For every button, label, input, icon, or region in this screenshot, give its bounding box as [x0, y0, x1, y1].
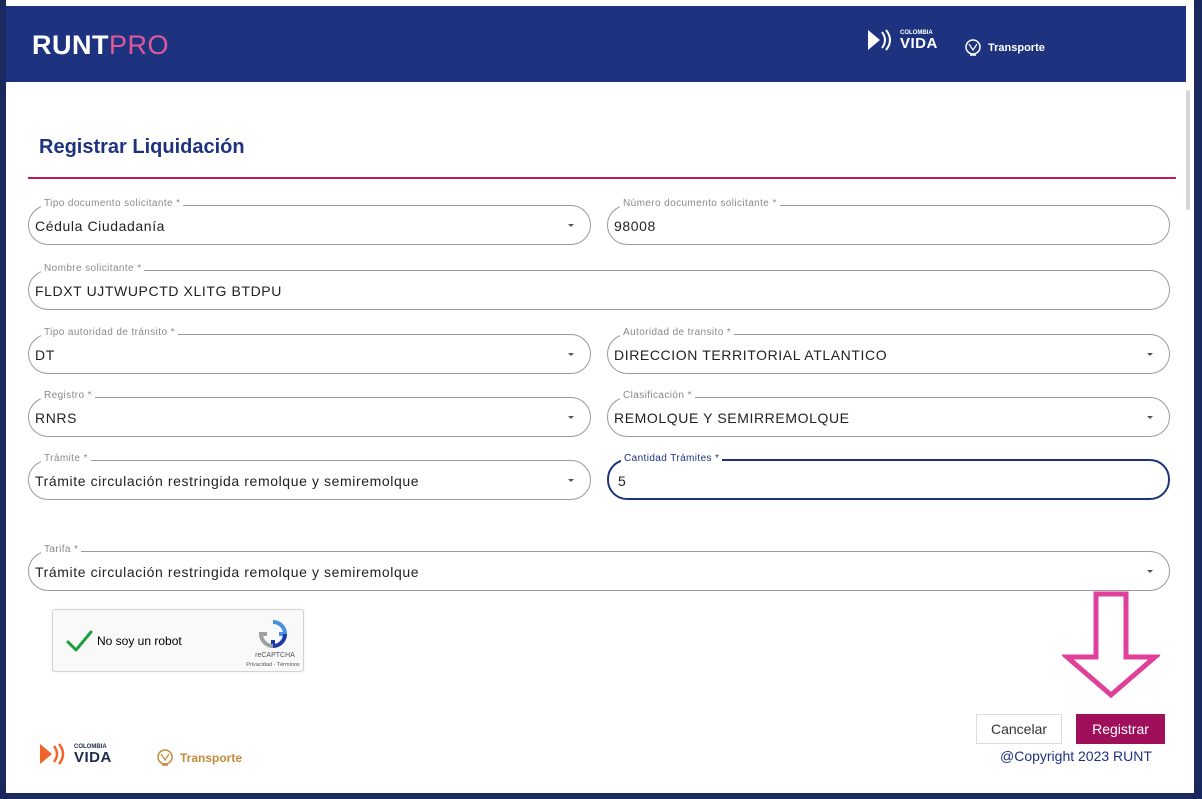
tarifa-label: Tarifa * [41, 544, 82, 555]
nombre-solicitante-input[interactable]: Nombre solicitante * FLDXT UJTWUPCTD XLI… [28, 263, 1170, 310]
tipo-autoridad-label: Tipo autoridad de tránsito * [41, 327, 178, 338]
autoridad-transito-value: DIRECCION TERRITORIAL ATLANTICO [614, 347, 888, 363]
checkmark-icon[interactable] [65, 627, 93, 655]
tipo-autoridad-select[interactable]: Tipo autoridad de tránsito * DT [28, 327, 591, 374]
tarifa-value: Trámite circulación restringida remolque… [35, 564, 420, 580]
chevron-down-icon [568, 416, 574, 419]
tipo-autoridad-value: DT [35, 347, 55, 363]
registro-label: Registro * [41, 390, 95, 401]
cantidad-tramites-input[interactable]: Cantidad Trámites * 5 [607, 453, 1170, 500]
scrollbar-thumb[interactable] [1186, 90, 1190, 210]
runtpro-logo[interactable]: RUNTPRO [32, 30, 169, 61]
vida-waves-icon [868, 29, 891, 51]
nombre-solicitante-value: FLDXT UJTWUPCTD XLITG BTDPU [35, 283, 282, 299]
chevron-down-icon [1147, 570, 1153, 573]
autoridad-transito-select[interactable]: Autoridad de transito * DIRECCION TERRIT… [607, 327, 1170, 374]
tramite-label: Trámite * [41, 453, 91, 464]
cantidad-tramites-label: Cantidad Trámites * [621, 453, 723, 464]
clasificacion-label: Clasificación * [620, 390, 695, 401]
footer-transporte-text: Transporte [180, 751, 243, 765]
transporte-logo: Transporte [964, 38, 1045, 58]
recaptcha-brand: reCAPTCHA [255, 652, 295, 659]
register-button[interactable]: Registrar [1076, 714, 1165, 744]
cancel-button[interactable]: Cancelar [976, 714, 1062, 744]
footer-transporte-logo: Transporte [156, 748, 242, 768]
chevron-down-icon [1147, 416, 1153, 419]
transporte-text: Transporte [988, 42, 1045, 54]
tipo-documento-select[interactable]: Tipo documento solicitante * Cédula Ciud… [28, 198, 591, 245]
chevron-down-icon [568, 353, 574, 356]
tarifa-select[interactable]: Tarifa * Trámite circulación restringida… [28, 544, 1170, 591]
page-title: Registrar Liquidación [39, 136, 245, 158]
registro-select[interactable]: Registro * RNRS [28, 390, 591, 437]
logo-light-text: PRO [109, 30, 170, 60]
transporte-shield-icon [157, 749, 173, 766]
chevron-down-icon [1147, 353, 1153, 356]
vida-waves-icon [40, 743, 65, 765]
tramite-value: Trámite circulación restringida remolque… [35, 473, 420, 489]
footer-colombia-vida-logo: COLOMBIA VIDA [38, 742, 112, 766]
clasificacion-select[interactable]: Clasificación * REMOLQUE Y SEMIRREMOLQUE [607, 390, 1170, 437]
cantidad-tramites-value: 5 [618, 473, 627, 489]
title-divider [28, 177, 1176, 179]
numero-documento-label: Número documento solicitante * [620, 198, 780, 209]
transporte-shield-icon [965, 39, 981, 56]
vida-big-text: VIDA [900, 34, 938, 52]
recaptcha-logo-icon [258, 620, 288, 649]
logo-bold-text: RUNT [32, 30, 109, 60]
tramite-select[interactable]: Trámite * Trámite circulación restringid… [28, 453, 591, 500]
footer-vida-big-text: VIDA [74, 748, 112, 766]
down-arrow-annotation [1062, 591, 1160, 699]
clasificacion-value: REMOLQUE Y SEMIRREMOLQUE [614, 410, 850, 426]
tipo-documento-value: Cédula Ciudadanía [35, 218, 166, 234]
chevron-down-icon [568, 479, 574, 482]
recaptcha-widget[interactable]: No soy un robot reCAPTCHA Privacidad - T… [52, 609, 304, 672]
top-header: RUNTPRO COLOMBIA VIDA Transporte [6, 6, 1186, 82]
recaptcha-label: No soy un robot [97, 634, 182, 648]
numero-documento-input[interactable]: Número documento solicitante * 98008 [607, 198, 1170, 245]
colombia-vida-logo: COLOMBIA VIDA [866, 28, 938, 52]
registro-value: RNRS [35, 410, 78, 426]
tipo-documento-label: Tipo documento solicitante * [41, 198, 184, 209]
autoridad-transito-label: Autoridad de transito * [620, 327, 735, 338]
chevron-down-icon [568, 224, 574, 227]
recaptcha-links[interactable]: Privacidad - Términos [239, 662, 307, 668]
copyright-text: @Copyright 2023 RUNT [1000, 748, 1152, 764]
nombre-solicitante-label: Nombre solicitante * [41, 263, 145, 274]
numero-documento-value: 98008 [614, 218, 656, 234]
